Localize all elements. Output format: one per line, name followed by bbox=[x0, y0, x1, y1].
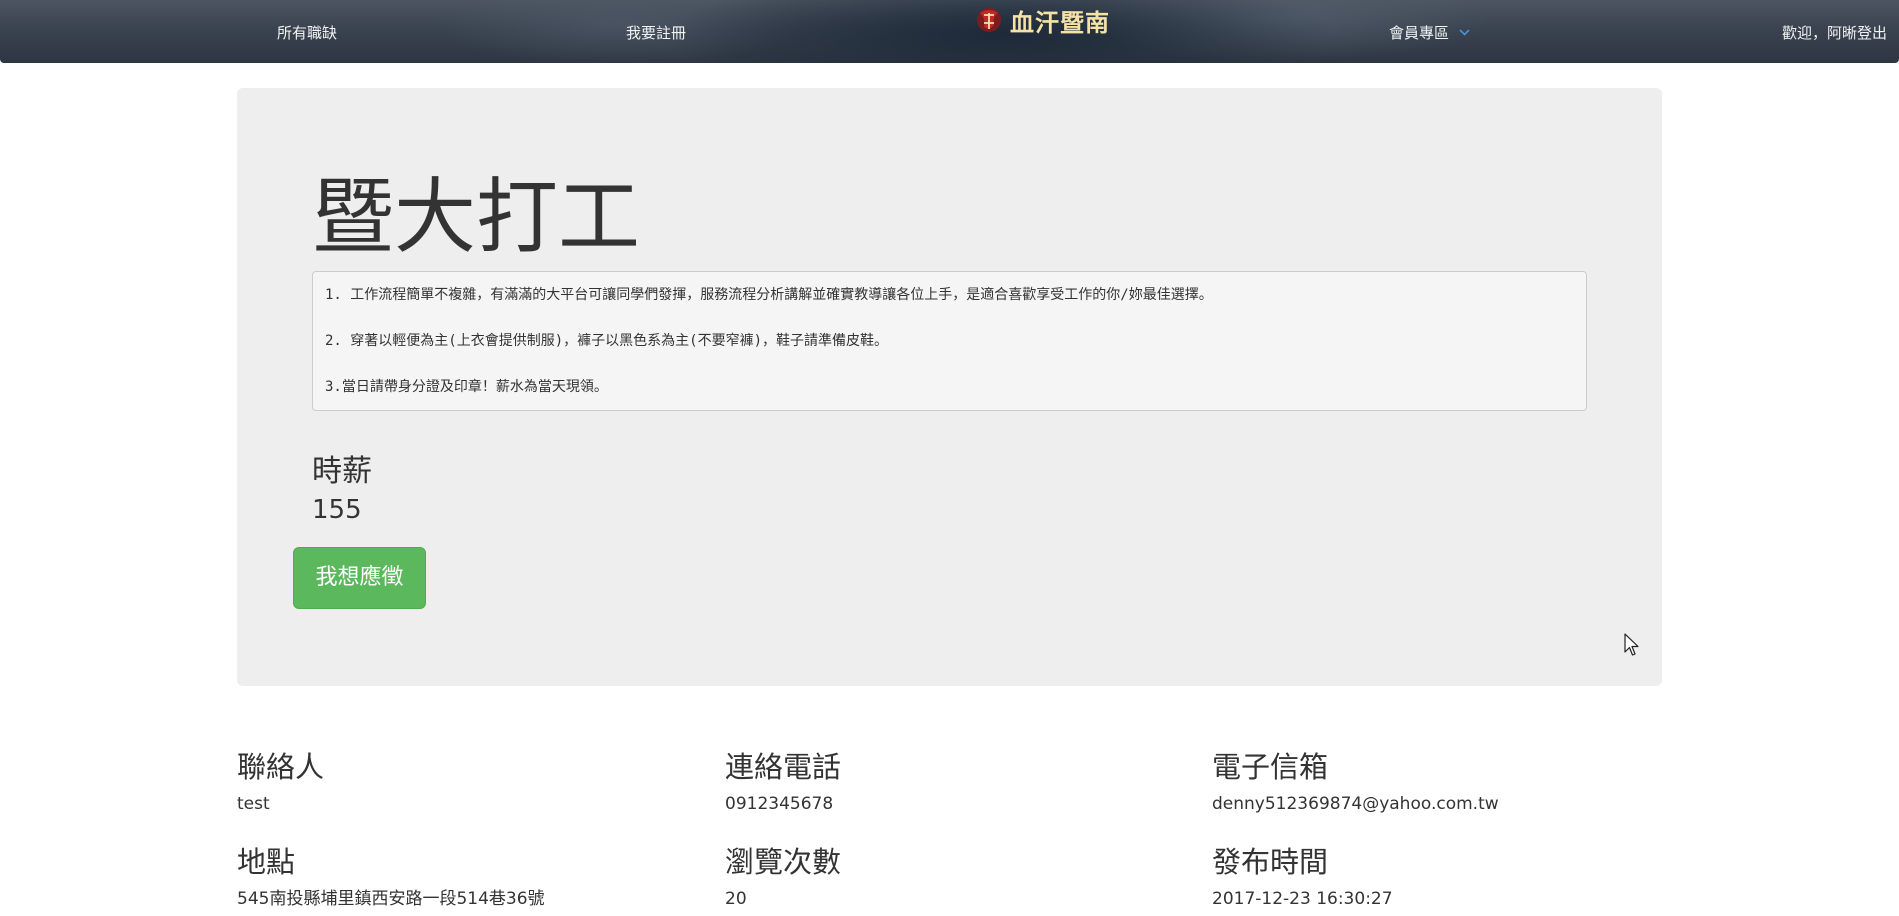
job-description-box: 1. 工作流程簡單不複雜，有滿滿的大平台可讓同學們發揮，服務流程分析講解並確實教… bbox=[312, 271, 1587, 411]
email-label: 電子信箱 bbox=[1212, 750, 1329, 784]
contact-person-value: test bbox=[237, 794, 270, 814]
brand-logo-icon bbox=[977, 8, 1001, 32]
view-count-value: 20 bbox=[725, 889, 747, 909]
job-jumbotron: 暨大打工 1. 工作流程簡單不複雜，有滿滿的大平台可讓同學們發揮，服務流程分析講… bbox=[237, 88, 1662, 686]
nav-register-link[interactable]: 我要註冊 bbox=[626, 22, 686, 43]
email-block: 電子信箱 denny512369874@yahoo.com.tw bbox=[1212, 750, 1672, 814]
contact-person-label: 聯絡人 bbox=[237, 750, 325, 784]
posted-time-label: 發布時間 bbox=[1212, 845, 1329, 879]
email-value: denny512369874@yahoo.com.tw bbox=[1212, 794, 1499, 814]
apply-button[interactable]: 我想應徵 bbox=[293, 547, 426, 609]
view-count-block: 瀏覽次數 20 bbox=[725, 845, 1185, 909]
job-description-line: 1. 工作流程簡單不複雜，有滿滿的大平台可讓同學們發揮，服務流程分析講解並確實教… bbox=[325, 287, 1213, 303]
location-label: 地點 bbox=[237, 845, 296, 879]
hourly-wage-label: 時薪 bbox=[312, 454, 372, 489]
nav-member-area-dropdown[interactable]: 會員專區 bbox=[1389, 22, 1470, 43]
posted-time-block: 發布時間 2017-12-23 16:30:27 bbox=[1212, 845, 1672, 909]
job-description-line: 3.當日請帶身分證及印章！薪水為當天現領。 bbox=[325, 379, 608, 395]
contact-phone-label: 連絡電話 bbox=[725, 750, 842, 784]
top-navbar: 所有職缺 我要註冊 血汗暨南 會員專區 歡迎，阿晰登出 bbox=[0, 0, 1899, 63]
brand-link[interactable]: 血汗暨南 bbox=[972, 0, 1110, 40]
nav-all-jobs-link[interactable]: 所有職缺 bbox=[277, 22, 337, 43]
chevron-down-icon bbox=[1459, 29, 1470, 36]
nav-member-area-label: 會員專區 bbox=[1389, 24, 1450, 42]
contact-phone-block: 連絡電話 0912345678 bbox=[725, 750, 1185, 814]
job-description-line: 2. 穿著以輕便為主(上衣會提供制服)，褲子以黑色系為主(不要窄褲)，鞋子請準備… bbox=[325, 333, 888, 349]
location-value: 545南投縣埔里鎮西安路一段514巷36號 bbox=[237, 889, 545, 909]
posted-time-value: 2017-12-23 16:30:27 bbox=[1212, 889, 1393, 909]
nav-welcome-logout-link[interactable]: 歡迎，阿晰登出 bbox=[1782, 22, 1887, 43]
brand-name: 血汗暨南 bbox=[1010, 7, 1110, 37]
contact-person-block: 聯絡人 test bbox=[237, 750, 697, 814]
hourly-wage-value: 155 bbox=[312, 495, 362, 525]
mouse-cursor-icon bbox=[1624, 633, 1639, 656]
view-count-label: 瀏覽次數 bbox=[725, 845, 842, 879]
contact-phone-value: 0912345678 bbox=[725, 794, 834, 814]
job-title: 暨大打工 bbox=[312, 170, 641, 265]
location-block: 地點 545南投縣埔里鎮西安路一段514巷36號 bbox=[237, 845, 697, 909]
